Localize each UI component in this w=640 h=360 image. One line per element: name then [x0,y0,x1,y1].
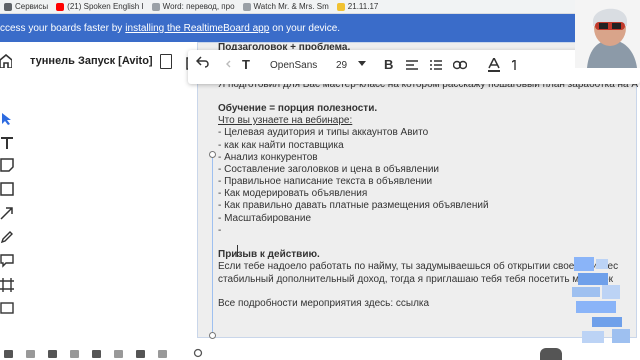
chevron-down-icon[interactable] [358,61,366,67]
font-family-select[interactable]: OpenSans [270,60,317,71]
cursor-icon[interactable] [0,112,14,126]
card-line: - Как правильно давать платные размещени… [218,200,489,212]
card-line: - Анализ конкурентов [218,151,318,163]
frame-icon[interactable] [0,278,14,292]
shape-icon[interactable] [0,182,14,196]
bookmark-word[interactable]: Word: перевод, про [148,2,239,11]
youtube-icon [56,2,65,11]
app-install-banner: ccess your boards faster by installing t… [0,14,640,42]
help-icon[interactable] [540,348,562,360]
video-icon[interactable] [92,350,101,358]
upload-icon[interactable] [0,300,14,314]
board-title[interactable]: туннель Запуск [Avito] [30,55,153,67]
selection-border [212,154,213,334]
resize-handle-bottom-left[interactable] [209,332,216,339]
card-line: - Составление заголовков и цена в объявл… [218,163,440,175]
arrow-icon[interactable] [0,206,14,220]
web-icon [151,2,160,11]
bullet-list-icon[interactable] [430,60,442,72]
folder-icon [336,2,345,11]
undo-icon[interactable] [196,56,210,68]
font-size-select[interactable]: 29 [336,60,347,71]
banner-text-end: on your device. [272,22,341,34]
pen-icon[interactable] [0,230,14,244]
card-line: - Правильное написание текста в объявлен… [218,176,433,188]
home-icon[interactable] [0,54,12,68]
resize-handle-left[interactable] [209,151,216,158]
card-line [218,237,638,249]
card-line: - Целевая аудитория и типы аккаунтов Ави… [218,127,429,139]
banner-text: ccess your boards faster by [0,22,123,34]
present-icon[interactable] [114,350,123,358]
rotate-handle-icon[interactable] [193,348,203,358]
left-toolbar [0,104,18,314]
text-caret [237,245,238,257]
screen-share-icon[interactable] [70,350,79,358]
bookmark-label: Сервисы [15,2,49,11]
presenter-video-image [575,0,640,68]
card-line: - как как найти поставщика [218,139,344,151]
board-minimap[interactable] [572,255,640,347]
activity-icon[interactable] [136,350,145,358]
comments-icon[interactable] [26,350,35,358]
more-options-icon[interactable] [512,60,520,70]
bookmark-youtube[interactable]: (21) Spoken English I [52,2,148,11]
card-line: Обучение = порция полезности. [218,102,378,114]
apps-icon [4,2,12,11]
comment-icon[interactable] [0,254,14,268]
card-line: - Масштабирование [218,212,312,224]
bold-button[interactable]: B [384,57,393,72]
redo-icon[interactable] [226,58,238,70]
bookmark-date-folder[interactable]: 21.11.17 [333,2,383,11]
align-left-icon[interactable] [406,60,418,72]
bookmark-services[interactable]: Сервисы [0,2,52,11]
bookmark-label: 21.11.17 [347,2,379,11]
bookmark-label: (21) Spoken English I [67,2,144,11]
web-icon [242,2,251,11]
chat-icon[interactable] [48,350,57,358]
bottom-toolbar [0,348,640,360]
text-style-button[interactable]: T [242,57,250,72]
card-line: - [218,224,222,236]
bookmark-movie[interactable]: Watch Mr. & Mrs. Sm [239,2,333,11]
text-color-icon[interactable] [488,58,500,72]
card-line [218,91,638,103]
text-tool-icon[interactable] [0,136,14,150]
bookmark-label: Watch Mr. & Mrs. Sm [253,2,329,11]
card-line: Что вы узнаете на вебинаре: [218,115,353,127]
bookmarks-bar: Сервисы (21) Spoken English I Word: пере… [0,0,640,14]
frames-icon[interactable] [4,350,13,358]
webcam-overlay [575,0,640,68]
sticky-note-icon[interactable] [0,158,14,172]
bookmark-label: Word: перевод, про [162,2,235,11]
board-header: туннель Запуск [Avito] [0,42,220,82]
link-icon[interactable] [453,60,467,70]
document-icon[interactable] [160,54,172,69]
card-line: - Как модерировать объявления [218,188,368,200]
install-app-link[interactable]: installing the RealtimeBoard app [125,23,269,34]
settings-icon[interactable] [158,350,167,358]
